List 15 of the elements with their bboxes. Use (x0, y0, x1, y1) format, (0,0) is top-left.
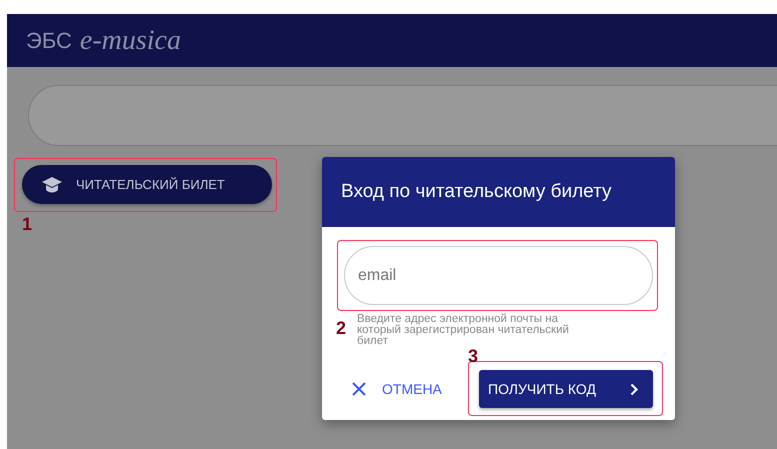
logo-prefix: ЭБС (26, 28, 72, 54)
annotation-number: 3 (468, 347, 478, 365)
search-field[interactable] (28, 85, 777, 146)
reader-card-button[interactable]: ЧИТАТЕЛЬСКИЙ БИЛЕТ (22, 165, 272, 204)
logo-name: e-musica (80, 24, 181, 56)
chevron-right-icon (630, 382, 639, 396)
close-icon (352, 382, 366, 396)
cancel-button[interactable]: ОТМЕНА (344, 381, 479, 397)
get-code-button[interactable]: ПОЛУЧИТЬ КОД (479, 370, 653, 408)
helper-text: Введите адрес электронной почты на который зарегистрирован читательский билет (357, 314, 570, 347)
annotation-number: 2 (336, 319, 346, 337)
annotation-number: 1 (22, 215, 32, 233)
email-field[interactable]: email (344, 246, 653, 305)
graduation-cap-icon (42, 176, 62, 192)
dialog-title: Вход по читательскому билету (341, 181, 612, 203)
